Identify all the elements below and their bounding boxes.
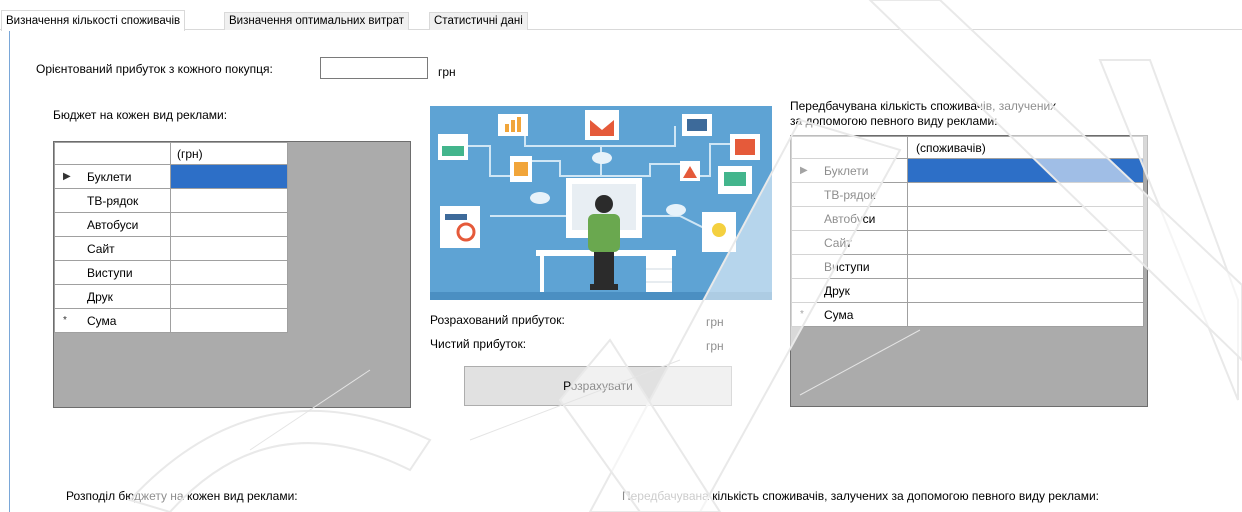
tab-optimal-costs[interactable]: Визначення оптимальних витрат bbox=[224, 12, 410, 30]
row-header-speeches[interactable]: Виступи bbox=[791, 254, 908, 279]
row-label: Сайт bbox=[87, 241, 115, 256]
budget-distribution-label: Розподіл бюджету на кожен вид реклами: bbox=[66, 489, 298, 503]
new-row-asterisk-icon: * bbox=[800, 309, 804, 320]
consumers-row[interactable]: Сайт bbox=[791, 230, 1144, 255]
consumers-grid-corner bbox=[791, 136, 908, 159]
budget-row[interactable]: * Сума bbox=[54, 308, 288, 333]
tab-strip: Визначення кількості споживачів Визначен… bbox=[0, 0, 1242, 31]
row-label: Буклети bbox=[824, 163, 869, 178]
row-label: Сайт bbox=[824, 235, 852, 250]
calculate-button[interactable]: Розрахувати bbox=[464, 366, 732, 406]
budget-grid-title: Бюджет на кожен вид реклами: bbox=[53, 108, 228, 122]
consumers-cell-sum[interactable] bbox=[907, 302, 1144, 327]
net-profit-label: Чистий прибуток: bbox=[430, 337, 527, 351]
consumers-row[interactable]: Виступи bbox=[791, 254, 1144, 279]
row-header-tv[interactable]: ТВ-рядок bbox=[791, 182, 908, 207]
budget-grid[interactable]: (грн) ▶ Буклети ТВ-рядок Автобуси Сайт Ви… bbox=[53, 141, 411, 408]
row-header-speeches[interactable]: Виступи bbox=[54, 260, 171, 285]
row-header-booklets[interactable]: ▶ Буклети bbox=[54, 164, 171, 189]
consumers-column-header[interactable]: (споживачів) bbox=[907, 136, 1144, 159]
consumers-grid-title-line1: Передбачувана кількість споживачів, залу… bbox=[790, 99, 1057, 113]
budget-cell-sum[interactable] bbox=[170, 308, 288, 333]
budget-cell-print[interactable] bbox=[170, 284, 288, 309]
budget-row[interactable]: Виступи bbox=[54, 260, 288, 285]
row-header-buses[interactable]: Автобуси bbox=[791, 206, 908, 231]
consumers-table: (споживачів) ▶ Буклети ТВ-рядок Автобуси … bbox=[791, 136, 1144, 327]
consumers-cell-tv[interactable] bbox=[907, 182, 1144, 207]
consumers-row[interactable]: Друк bbox=[791, 278, 1144, 303]
row-header-sum[interactable]: * Сума bbox=[54, 308, 171, 333]
budget-grid-corner bbox=[54, 142, 171, 165]
row-label: Сума bbox=[87, 313, 117, 328]
tab-strip-divider bbox=[0, 29, 1242, 30]
row-header-booklets[interactable]: ▶ Буклети bbox=[791, 158, 908, 183]
row-label: Буклети bbox=[87, 169, 132, 184]
row-header-site[interactable]: Сайт bbox=[54, 236, 171, 261]
tab-consumer-count[interactable]: Визначення кількості споживачів bbox=[1, 10, 186, 31]
budget-cell-booklets[interactable] bbox=[170, 164, 288, 189]
consumers-cell-site[interactable] bbox=[907, 230, 1144, 255]
row-label: Автобуси bbox=[87, 217, 139, 232]
row-header-site[interactable]: Сайт bbox=[791, 230, 908, 255]
budget-row[interactable]: Сайт bbox=[54, 236, 288, 261]
consumers-cell-buses[interactable] bbox=[907, 206, 1144, 231]
budget-cell-tv[interactable] bbox=[170, 188, 288, 213]
row-label: Друк bbox=[87, 289, 113, 304]
row-label: Виступи bbox=[824, 259, 870, 274]
consumers-grid[interactable]: (споживачів) ▶ Буклети ТВ-рядок Автобуси … bbox=[790, 135, 1148, 407]
row-label: Автобуси bbox=[824, 211, 876, 226]
budget-cell-site[interactable] bbox=[170, 236, 288, 261]
profit-per-buyer-label: Орієнтований прибуток з кожного покупця: bbox=[36, 62, 273, 76]
row-label: Друк bbox=[824, 283, 850, 298]
profit-per-buyer-unit: грн bbox=[438, 65, 456, 79]
advertising-illustration bbox=[430, 106, 772, 300]
current-row-marker-icon: ▶ bbox=[800, 165, 808, 176]
budget-row[interactable]: ТВ-рядок bbox=[54, 188, 288, 213]
consumers-cell-booklets[interactable] bbox=[907, 158, 1144, 183]
budget-row[interactable]: Друк bbox=[54, 284, 288, 309]
budget-row[interactable]: Автобуси bbox=[54, 212, 288, 237]
row-label: ТВ-рядок bbox=[824, 187, 876, 202]
consumers-cell-speeches[interactable] bbox=[907, 254, 1144, 279]
row-header-sum[interactable]: * Сума bbox=[791, 302, 908, 327]
advertising-illustration-svg bbox=[430, 106, 772, 300]
consumers-cell-print[interactable] bbox=[907, 278, 1144, 303]
row-label: ТВ-рядок bbox=[87, 193, 139, 208]
budget-table: (грн) ▶ Буклети ТВ-рядок Автобуси Сайт Ви… bbox=[54, 142, 288, 333]
row-header-print[interactable]: Друк bbox=[54, 284, 171, 309]
row-header-buses[interactable]: Автобуси bbox=[54, 212, 171, 237]
row-header-tv[interactable]: ТВ-рядок bbox=[54, 188, 171, 213]
row-header-print[interactable]: Друк bbox=[791, 278, 908, 303]
consumers-row[interactable]: ▶ Буклети bbox=[791, 158, 1144, 183]
tab-statistics[interactable]: Статистичні дані bbox=[429, 12, 528, 30]
calculated-profit-label: Розрахований прибуток: bbox=[430, 313, 565, 327]
consumers-grid-title-line2: за допомогою певного виду реклами: bbox=[790, 114, 998, 128]
consumers-row[interactable]: Автобуси bbox=[791, 206, 1144, 231]
budget-cell-buses[interactable] bbox=[170, 212, 288, 237]
budget-row[interactable]: ▶ Буклети bbox=[54, 164, 288, 189]
new-row-asterisk-icon: * bbox=[63, 315, 67, 326]
row-label: Виступи bbox=[87, 265, 133, 280]
consumers-row[interactable]: * Сума bbox=[791, 302, 1144, 327]
row-label: Сума bbox=[824, 307, 854, 322]
current-row-marker-icon: ▶ bbox=[63, 171, 71, 182]
panel-border bbox=[9, 30, 10, 512]
calculated-profit-unit: грн bbox=[706, 315, 724, 329]
budget-column-header[interactable]: (грн) bbox=[170, 142, 288, 165]
net-profit-unit: грн bbox=[706, 339, 724, 353]
profit-per-buyer-input[interactable] bbox=[320, 57, 428, 79]
consumers-distribution-label: Передбачувана кількість споживачів, залу… bbox=[622, 489, 1099, 503]
budget-cell-speeches[interactable] bbox=[170, 260, 288, 285]
consumers-row[interactable]: ТВ-рядок bbox=[791, 182, 1144, 207]
